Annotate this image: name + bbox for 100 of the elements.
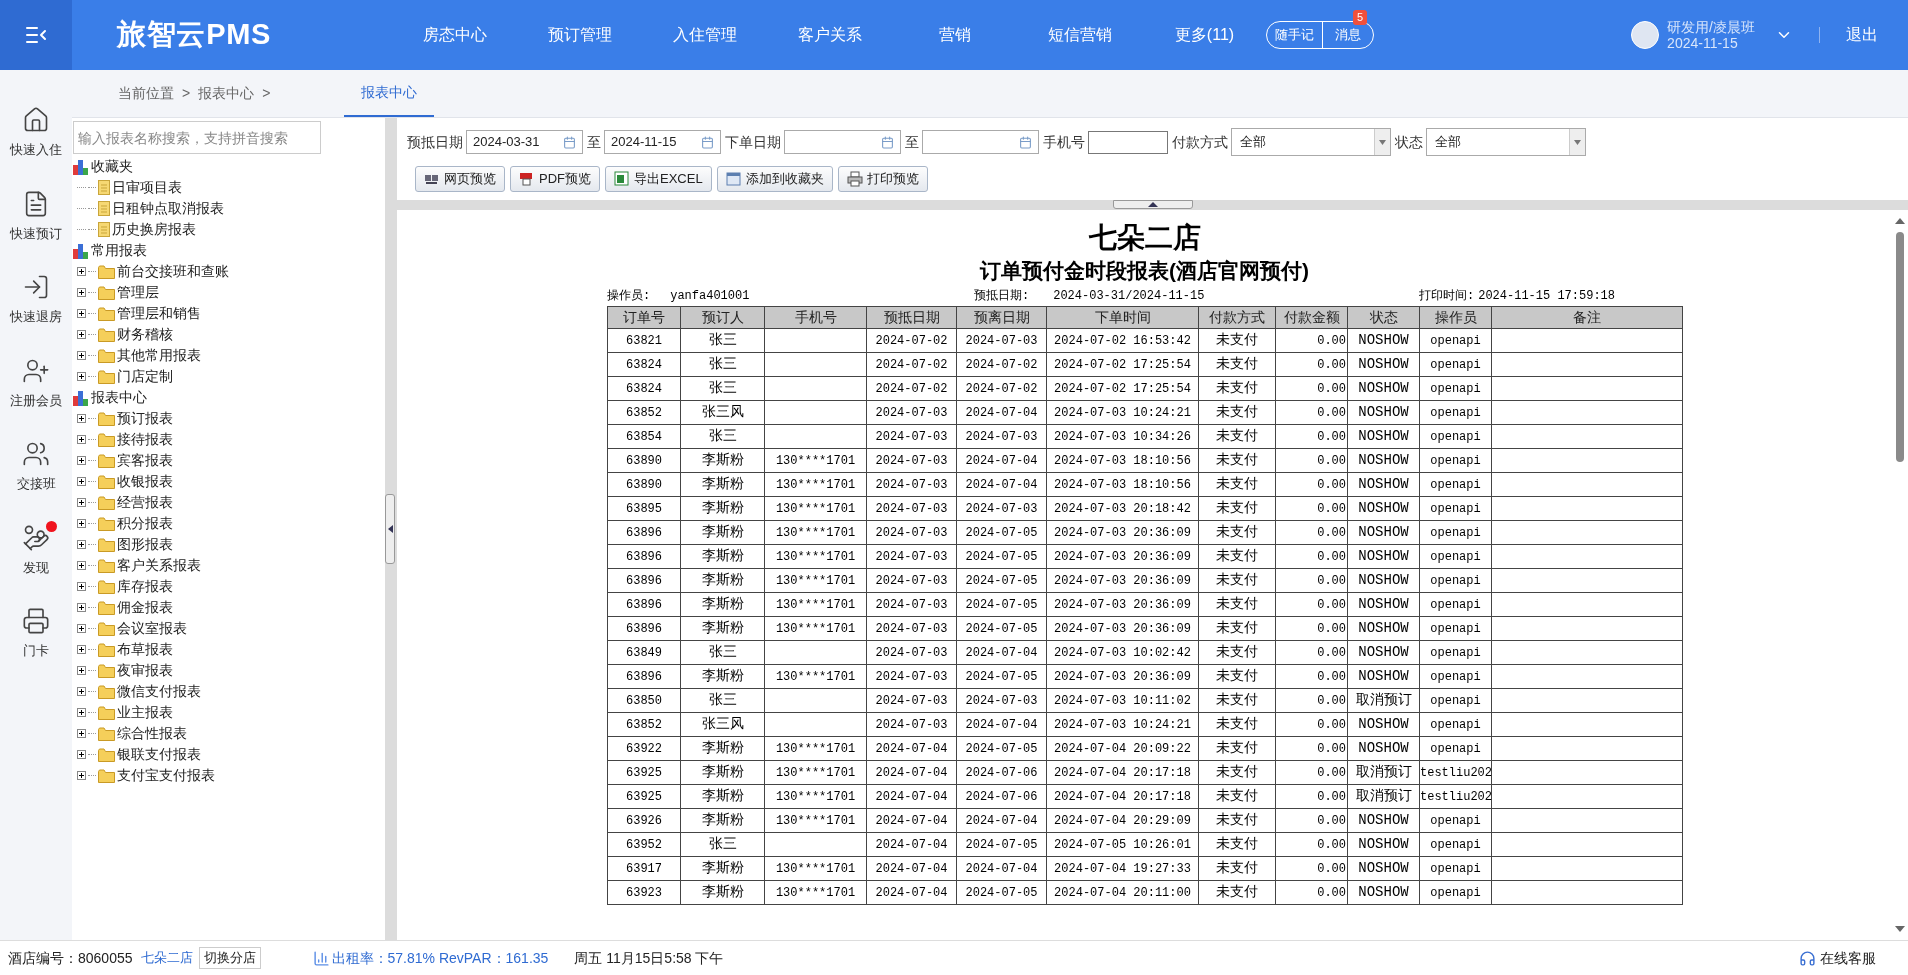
quick-action-button[interactable]: 注册会员 (3, 356, 69, 410)
tree-item[interactable]: 其他常用报表 (117, 345, 201, 366)
expand-icon[interactable] (77, 351, 86, 360)
tree-item[interactable]: 会议室报表 (117, 618, 187, 639)
tree-item[interactable]: 管理层和销售 (117, 303, 201, 324)
expand-icon[interactable] (77, 267, 86, 276)
expand-icon[interactable] (77, 288, 86, 297)
scroll-down-icon[interactable] (1895, 926, 1905, 932)
toolbar-button[interactable]: 添加到收藏夹 (716, 166, 833, 192)
tree-item[interactable]: 银联支付报表 (117, 744, 201, 765)
nav-link[interactable]: 客户关系 (782, 23, 877, 47)
expand-icon[interactable] (77, 603, 86, 612)
expand-icon[interactable] (77, 645, 86, 654)
select-field[interactable]: 全部 (1231, 128, 1391, 156)
expand-icon[interactable] (77, 414, 86, 423)
expand-icon[interactable] (77, 372, 86, 381)
logout-link[interactable]: 退出 (1846, 23, 1878, 47)
date-field[interactable] (784, 130, 901, 154)
note-button[interactable]: 随手记 (1267, 22, 1323, 48)
expand-icon[interactable] (77, 729, 86, 738)
tree-group[interactable]: 收藏夹 (73, 156, 385, 177)
hotel-name-link[interactable]: 七朵二店 (140, 948, 193, 968)
user-avatar[interactable] (1631, 21, 1660, 49)
tree-item[interactable]: 佣金报表 (117, 597, 173, 618)
expand-icon[interactable] (77, 498, 86, 507)
tree-item[interactable]: 经营报表 (117, 492, 173, 513)
date-field[interactable]: 2024-11-15 (604, 130, 721, 154)
expand-icon[interactable] (77, 330, 86, 339)
collapse-handle[interactable] (1112, 200, 1193, 209)
tree-item[interactable]: 库存报表 (117, 576, 173, 597)
quick-action-button[interactable]: 快速退房 (3, 273, 69, 327)
select-field[interactable]: 全部 (1426, 128, 1586, 156)
meta-value: yanfa401001 (670, 288, 750, 305)
tree-item[interactable]: 预订报表 (117, 408, 173, 429)
nav-link[interactable]: 短信营销 (1032, 23, 1127, 47)
switch-branch-button[interactable]: 切换分店 (198, 947, 261, 969)
expand-icon[interactable] (77, 435, 86, 444)
message-button[interactable]: 消息 (1323, 22, 1373, 48)
tree-item[interactable]: 图形报表 (117, 534, 173, 555)
table-cell: openapi (1419, 328, 1492, 353)
expand-icon[interactable] (77, 750, 86, 759)
expand-icon[interactable] (77, 687, 86, 696)
phone-field[interactable] (1088, 130, 1168, 154)
nav-link[interactable]: 入住管理 (657, 23, 752, 47)
nav-link[interactable]: 房态中心 (407, 23, 502, 47)
column-header: 订单号 (607, 306, 681, 329)
expand-icon[interactable] (77, 582, 86, 591)
tree-item[interactable]: 日租钟点取消报表 (112, 198, 224, 219)
expand-icon[interactable] (77, 708, 86, 717)
expand-icon[interactable] (77, 771, 86, 780)
expand-icon[interactable] (77, 540, 86, 549)
tree-item[interactable]: 宾客报表 (117, 450, 173, 471)
expand-icon[interactable] (77, 456, 86, 465)
menu-toggle-button[interactable] (0, 0, 72, 70)
tree-item[interactable]: 门店定制 (117, 366, 173, 387)
toolbar-button[interactable]: 网页预览 (415, 166, 505, 192)
quick-action-button[interactable]: 快速预订 (3, 189, 69, 243)
expand-icon[interactable] (77, 477, 86, 486)
nav-link[interactable]: 预订管理 (532, 23, 627, 47)
nav-link[interactable]: 营销 (907, 23, 1002, 47)
tree-item[interactable]: 综合性报表 (117, 723, 187, 744)
tree-item[interactable]: 前台交接班和查账 (117, 261, 229, 282)
collapse-handle[interactable] (385, 494, 395, 564)
expand-icon[interactable] (77, 309, 86, 318)
scroll-up-icon[interactable] (1895, 218, 1905, 224)
tree-item[interactable]: 接待报表 (117, 429, 173, 450)
expand-icon[interactable] (77, 561, 86, 570)
quick-action-button[interactable]: 快速入住 (3, 106, 69, 160)
tree-item[interactable]: 管理层 (117, 282, 159, 303)
toolbar-button[interactable]: PDF预览 (510, 166, 600, 192)
tree-item[interactable]: 微信支付报表 (117, 681, 201, 702)
online-support-link[interactable]: 在线客服 (1820, 947, 1876, 969)
expand-icon[interactable] (77, 519, 86, 528)
tree-item[interactable]: 财务稽核 (117, 324, 173, 345)
tree-item[interactable]: 历史换房报表 (112, 219, 196, 240)
nav-link[interactable]: 更多(11) (1157, 23, 1252, 47)
tree-group[interactable]: 报表中心 (73, 387, 385, 408)
tree-item[interactable]: 夜审报表 (117, 660, 173, 681)
tree-item[interactable]: 日审项目表 (112, 177, 182, 198)
toolbar-button[interactable]: 导出EXCEL (605, 166, 712, 192)
quick-action-button[interactable]: 交接班 (3, 440, 69, 494)
tree-item[interactable]: 客户关系报表 (117, 555, 201, 576)
scrollbar-thumb[interactable] (1896, 232, 1904, 462)
expand-icon[interactable] (77, 666, 86, 675)
date-field[interactable] (922, 130, 1039, 154)
tree-item[interactable]: 积分报表 (117, 513, 173, 534)
table-cell: 0.00 (1275, 496, 1348, 521)
search-field[interactable]: 输入报表名称搜索，支持拼音搜索 (73, 121, 321, 154)
table-cell: 2024-07-03 20:36:09 (1046, 544, 1199, 569)
quick-action-button[interactable]: 发现 (3, 523, 69, 577)
column-header: 付款金额 (1275, 306, 1348, 329)
tree-item[interactable]: 收银报表 (117, 471, 173, 492)
expand-icon[interactable] (77, 624, 86, 633)
tree-item[interactable]: 布草报表 (117, 639, 173, 660)
toolbar-button[interactable]: 打印预览 (837, 166, 928, 192)
date-field[interactable]: 2024-03-31 (466, 130, 583, 154)
tree-item[interactable]: 支付宝支付报表 (117, 765, 215, 786)
quick-action-button[interactable]: 门卡 (3, 607, 69, 661)
tree-group[interactable]: 常用报表 (73, 240, 385, 261)
tree-item[interactable]: 业主报表 (117, 702, 173, 723)
